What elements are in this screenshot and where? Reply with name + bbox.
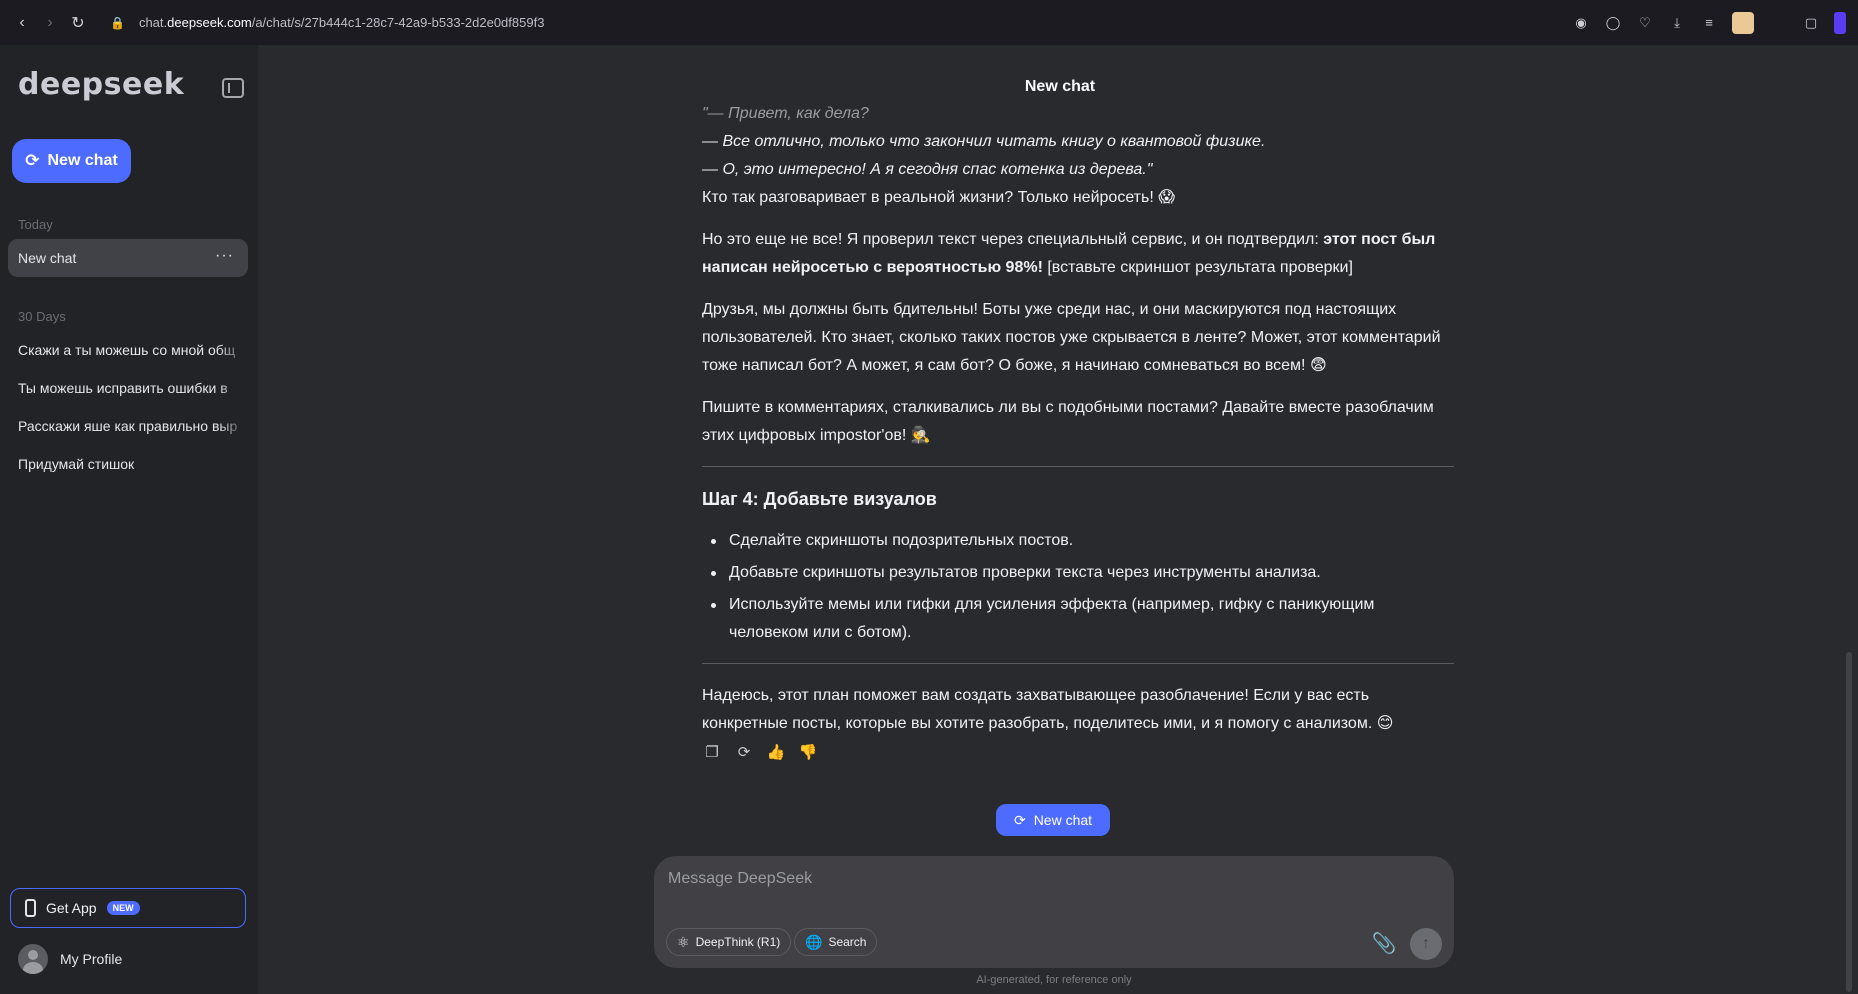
screenshot-icon[interactable]: ◉ bbox=[1572, 14, 1590, 32]
chat-item-label: Ты можешь исправить ошибки в bbox=[18, 380, 228, 396]
back-icon[interactable]: ‹ bbox=[8, 9, 36, 37]
chat-item[interactable]: Ты можешь исправить ошибки в bbox=[8, 369, 248, 407]
collapse-sidebar-icon[interactable] bbox=[222, 78, 244, 98]
new-chat-button[interactable]: ⟳ New chat bbox=[12, 139, 131, 183]
thumbs-down-icon[interactable]: 👎 bbox=[798, 742, 818, 762]
scroll-thumb[interactable] bbox=[1846, 652, 1852, 992]
chat-item[interactable]: Придумай стишок bbox=[8, 445, 248, 483]
section-today: Today bbox=[18, 217, 53, 232]
chat-item-label: Расскажи яше как правильно выр bbox=[18, 418, 238, 434]
quote-line: — Все отлично, только что закончил читат… bbox=[702, 133, 1266, 150]
copy-icon[interactable]: ❐ bbox=[702, 742, 722, 762]
paragraph: Но это еще не все! Я проверил текст чере… bbox=[702, 226, 1454, 282]
forward-icon[interactable]: › bbox=[36, 9, 64, 37]
paragraph: Друзья, мы должны быть бдительны! Боты у… bbox=[702, 301, 1441, 374]
chat-item[interactable]: Скажи а ты можешь со мной общ bbox=[8, 331, 248, 369]
get-app-button[interactable]: Get App NEW bbox=[10, 888, 246, 928]
avatar bbox=[18, 944, 48, 974]
new-chat-center-button[interactable]: ⟳ New chat bbox=[996, 804, 1110, 836]
send-button[interactable]: ↑ bbox=[1410, 928, 1442, 960]
heart-icon[interactable]: ♡ bbox=[1636, 14, 1654, 32]
extension-violet[interactable] bbox=[1834, 11, 1846, 34]
chat-item-label: Скажи а ты можешь со мной общ bbox=[18, 342, 236, 358]
message-composer: ⚛ DeepThink (R1) 🌐 Search 📎 ↑ bbox=[654, 856, 1454, 968]
disclaimer: AI-generated, for reference only bbox=[976, 974, 1132, 986]
url-domain: deepseek.com bbox=[167, 15, 252, 30]
paperclip-icon[interactable]: 📎 bbox=[1372, 928, 1397, 958]
menu-icon[interactable]: ≡ bbox=[1700, 14, 1718, 32]
step-heading: Шаг 4: Добавьте визуалов bbox=[702, 489, 937, 509]
assistant-message: "— Привет, как дела? — Все отлично, толь… bbox=[702, 100, 1454, 752]
url-path: /a/chat/s/27b444c1-28c7-42a9-b533-2d2e0d… bbox=[251, 15, 545, 30]
text-span: [вставьте скриншот результата проверки] bbox=[1042, 259, 1353, 276]
arrow-up-icon: ↑ bbox=[1422, 935, 1430, 952]
download-icon[interactable]: ⤓ bbox=[1668, 14, 1686, 32]
chat-item[interactable]: Расскажи яше как правильно выр bbox=[8, 407, 248, 445]
scrollbar[interactable] bbox=[1840, 45, 1858, 994]
section-30-days: 30 Days bbox=[18, 309, 66, 324]
list-item: Используйте мемы или гифки для усиления … bbox=[702, 591, 1454, 647]
message-input[interactable] bbox=[668, 870, 1428, 888]
logo: deepseek bbox=[18, 67, 185, 102]
extension-avatar[interactable] bbox=[1732, 11, 1754, 34]
url-prefix: chat. bbox=[138, 15, 168, 30]
phone-icon bbox=[25, 899, 36, 917]
regenerate-icon[interactable]: ⟳ bbox=[734, 742, 754, 762]
text-span: Но это еще не все! Я проверил текст чере… bbox=[702, 231, 1324, 248]
new-badge: NEW bbox=[106, 901, 140, 915]
browser-toolbar: ‹ › ↻ 🔒 chat. deepseek.com/a/chat/s/27b44… bbox=[0, 0, 1858, 45]
list-item: Добавьте скриншоты результатов проверки … bbox=[702, 559, 1454, 587]
get-app-label: Get App bbox=[46, 900, 97, 916]
paragraph: Пишите в комментариях, сталкивались ли в… bbox=[702, 399, 1434, 444]
sidebar: deepseek ⟳ New chat Today New chat ··· 3… bbox=[0, 45, 258, 994]
quote-line: — О, это интересно! А я сегодня спас кот… bbox=[702, 161, 1153, 178]
my-profile[interactable]: My Profile bbox=[18, 944, 122, 974]
list-item: Сделайте скриншоты подозрительных постов… bbox=[702, 527, 1454, 555]
chat-item-label: Придумай стишок bbox=[18, 456, 135, 472]
step-list: Сделайте скриншоты подозрительных постов… bbox=[702, 527, 1454, 647]
paragraph: Кто так разговаривает в реальной жизни? … bbox=[702, 189, 1175, 206]
paragraph: Надеюсь, этот план поможет вам создать з… bbox=[702, 687, 1394, 732]
divider bbox=[702, 663, 1454, 664]
chat-item-label: New chat bbox=[18, 250, 77, 266]
atom-icon: ⚛ bbox=[677, 933, 690, 950]
thumbs-up-icon[interactable]: 👍 bbox=[766, 742, 786, 762]
more-icon[interactable]: ··· bbox=[215, 247, 234, 265]
globe-icon: 🌐 bbox=[805, 933, 823, 950]
new-chat-label: New chat bbox=[47, 152, 118, 169]
reload-icon[interactable]: ↻ bbox=[64, 9, 92, 37]
profile-label: My Profile bbox=[60, 951, 123, 967]
deepthink-label: DeepThink (R1) bbox=[695, 935, 781, 949]
new-chat-icon: ⟳ bbox=[25, 151, 40, 170]
divider bbox=[702, 466, 1454, 467]
quote-line: "— Привет, как дела? bbox=[702, 105, 869, 122]
address-bar[interactable]: 🔒 chat. deepseek.com/a/chat/s/27b444c1-28… bbox=[110, 7, 1770, 39]
extension-icon[interactable]: ▢ bbox=[1802, 14, 1820, 32]
chat-item-new-chat[interactable]: New chat ··· bbox=[8, 239, 248, 277]
lock-icon: 🔒 bbox=[110, 15, 125, 30]
chat-title: New chat bbox=[1024, 78, 1096, 95]
new-chat-icon: ⟳ bbox=[1013, 811, 1026, 828]
shield-icon[interactable]: ◯ bbox=[1604, 14, 1622, 32]
deepthink-toggle[interactable]: ⚛ DeepThink (R1) bbox=[666, 928, 792, 956]
new-chat-label: New chat bbox=[1033, 812, 1093, 828]
search-label: Search bbox=[828, 935, 867, 949]
browser-tools: ◉ ◯ ♡ ⤓ ≡ ▢ bbox=[1572, 0, 1858, 45]
search-toggle[interactable]: 🌐 Search bbox=[794, 928, 878, 956]
message-actions: ❐ ⟳ 👍 👎 bbox=[702, 742, 818, 762]
